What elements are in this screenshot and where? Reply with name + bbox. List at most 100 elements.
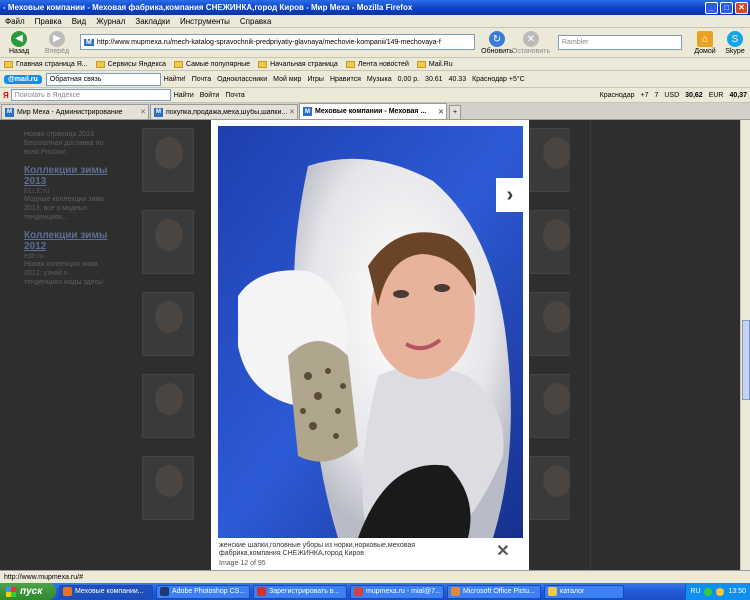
clock: 13:50 bbox=[728, 588, 746, 595]
balance: 0,00 р. bbox=[397, 75, 420, 83]
my-world-link[interactable]: Мой мир bbox=[270, 76, 304, 83]
lightbox: › женские шапки,головные уборы из норки,… bbox=[211, 120, 529, 570]
taskbar-button-firefox[interactable]: Меховые компании... bbox=[59, 584, 153, 599]
close-lightbox-button[interactable]: ✕ bbox=[495, 542, 511, 560]
start-button[interactable]: пуск bbox=[0, 583, 56, 600]
tray-icon[interactable] bbox=[704, 587, 713, 596]
firefox-icon bbox=[63, 587, 72, 596]
stop-button[interactable]: ✕ Остановить bbox=[512, 28, 550, 58]
photoshop-icon bbox=[160, 587, 169, 596]
menu-tools[interactable]: Инструменты bbox=[175, 17, 235, 26]
home-icon: ⌂ bbox=[697, 31, 713, 47]
usd-rate: 30.61 bbox=[425, 75, 443, 83]
folder-icon bbox=[548, 587, 557, 596]
close-tab-icon[interactable]: ✕ bbox=[138, 108, 148, 116]
product-thumbnail[interactable] bbox=[530, 456, 570, 520]
bookmark-item[interactable]: Самые популярные bbox=[170, 60, 254, 68]
product-thumbnail[interactable] bbox=[530, 374, 570, 438]
odnoklassniki-link[interactable]: Одноклассники bbox=[214, 76, 270, 83]
folder-icon bbox=[173, 60, 183, 68]
product-thumbnail[interactable] bbox=[142, 456, 194, 520]
scrollbar-thumb[interactable] bbox=[742, 320, 750, 400]
image-counter: Image 12 of 95 bbox=[219, 560, 266, 567]
thumbnail-column bbox=[142, 128, 194, 538]
yandex-login-button[interactable]: Войти bbox=[197, 92, 223, 99]
forward-button[interactable]: ▶ Вперёд bbox=[38, 28, 76, 58]
yandex-logo[interactable]: Я bbox=[3, 91, 9, 100]
yandex-rate1: 7 bbox=[654, 91, 659, 99]
taskbar-button-catalog[interactable]: каталог bbox=[544, 584, 624, 599]
product-thumbnail[interactable] bbox=[142, 292, 194, 356]
yandex-eur: 40,37 bbox=[729, 91, 747, 99]
product-thumbnail[interactable] bbox=[142, 210, 194, 274]
tab-purchase[interactable]: Mпокупка,продажа,меха,шубы,шапки... ✕ bbox=[150, 104, 298, 119]
menu-edit[interactable]: Правка bbox=[30, 17, 67, 26]
url-bar[interactable]: M http://www.mupmexa.ru/mech-katalog-spr… bbox=[80, 34, 475, 50]
language-indicator[interactable]: RU bbox=[690, 588, 700, 595]
yandex-mail-button[interactable]: Почта bbox=[222, 92, 247, 99]
ad-heading[interactable]: Коллекции зимы 2013 bbox=[24, 165, 119, 187]
menu-help[interactable]: Справка bbox=[235, 17, 276, 26]
ad-heading[interactable]: Коллекции зимы 2012 bbox=[24, 230, 119, 252]
skype-button[interactable]: S Skype bbox=[716, 28, 750, 58]
site-favicon-icon: M bbox=[303, 107, 312, 116]
minimize-button[interactable]: _ bbox=[705, 1, 718, 14]
status-bar: http://www.mupmexa.ru/# bbox=[0, 570, 750, 583]
product-thumbnail[interactable] bbox=[530, 210, 570, 274]
bookmark-item[interactable]: Главная страница Я... bbox=[0, 60, 92, 68]
mailru-select[interactable]: Обратная связь bbox=[45, 72, 161, 86]
taskbar-button-mail[interactable]: mupmexa.ru - mial@7... bbox=[350, 584, 444, 599]
ad-source[interactable]: ELLE.ru bbox=[24, 188, 119, 195]
taskbar-button-register[interactable]: Зарегистрировать в... bbox=[253, 584, 347, 599]
search-input[interactable]: Rambler bbox=[558, 35, 682, 50]
mailru-find-button[interactable]: Найти! bbox=[161, 76, 189, 83]
new-tab-button[interactable]: + bbox=[449, 105, 461, 119]
weather: Краснодар +5°C bbox=[472, 75, 525, 83]
close-tab-icon[interactable]: ✕ bbox=[287, 108, 297, 116]
lightbox-photo bbox=[218, 126, 523, 538]
bookmark-item[interactable]: Сервисы Яндекса bbox=[92, 60, 170, 68]
product-thumbnail[interactable] bbox=[142, 128, 194, 192]
yandex-toolbar: Я Поискать в Яндексе Найти Войти Почта К… bbox=[0, 88, 750, 103]
next-image-button[interactable]: › bbox=[496, 178, 524, 212]
product-thumbnail[interactable] bbox=[142, 374, 194, 438]
back-arrow-icon: ◀ bbox=[11, 30, 27, 47]
yandex-search-input[interactable]: Поискать в Яндексе bbox=[10, 89, 171, 101]
site-favicon-icon: M bbox=[154, 107, 163, 117]
menu-view[interactable]: Вид bbox=[67, 17, 91, 26]
fur-hat-photo bbox=[218, 126, 523, 538]
site-favicon-icon: M bbox=[5, 107, 14, 117]
product-thumbnail[interactable] bbox=[530, 128, 570, 192]
tab-admin[interactable]: M Мир Меха - Администрирование ✕ bbox=[1, 104, 149, 119]
taskbar-button-office[interactable]: Microsoft Office Pictu... bbox=[447, 584, 541, 599]
mail-link[interactable]: Почта bbox=[189, 76, 214, 83]
like-link[interactable]: Нравится bbox=[327, 76, 364, 83]
ad-source[interactable]: edlr.ru bbox=[24, 253, 119, 260]
taskbar: пуск Меховые компании... Adobe Photoshop… bbox=[0, 583, 750, 600]
music-link[interactable]: Музыка bbox=[364, 76, 395, 83]
thumbnail-column bbox=[530, 128, 570, 538]
bookmarks-toolbar: Главная страница Я... Сервисы Яндекса Са… bbox=[0, 58, 750, 71]
taskbar-button-photoshop[interactable]: Adobe Photoshop CS... bbox=[156, 584, 250, 599]
bookmark-item[interactable]: Начальная страница bbox=[254, 60, 342, 68]
close-window-button[interactable]: ✕ bbox=[735, 1, 748, 14]
page-scrollbar[interactable] bbox=[740, 120, 750, 570]
product-thumbnail[interactable] bbox=[530, 292, 570, 356]
mailru-logo[interactable]: @mail.ru bbox=[4, 74, 42, 84]
bookmark-item[interactable]: Лента новостей bbox=[342, 60, 413, 68]
yandex-usd: 30,62 bbox=[685, 91, 703, 99]
back-button[interactable]: ◀ Назад bbox=[0, 28, 38, 58]
tray-icon[interactable] bbox=[716, 587, 725, 596]
menu-bookmarks[interactable]: Закладки bbox=[130, 17, 175, 26]
stop-icon: ✕ bbox=[523, 31, 539, 47]
maximize-button[interactable]: □ bbox=[720, 1, 733, 14]
refresh-button[interactable]: ↻ Обновить bbox=[478, 28, 516, 58]
close-tab-icon[interactable]: ✕ bbox=[436, 108, 446, 116]
bookmark-item[interactable]: Mail.Ru bbox=[413, 60, 457, 68]
yandex-find-button[interactable]: Найти bbox=[171, 92, 197, 99]
games-link[interactable]: Игры bbox=[304, 76, 327, 83]
menu-file[interactable]: Файл bbox=[0, 17, 30, 26]
tab-fur-companies[interactable]: M Меховые компании - Меховая ... ✕ bbox=[299, 103, 447, 119]
menu-history[interactable]: Журнал bbox=[91, 17, 130, 26]
menu-bar: Файл Правка Вид Журнал Закладки Инструме… bbox=[0, 15, 750, 28]
